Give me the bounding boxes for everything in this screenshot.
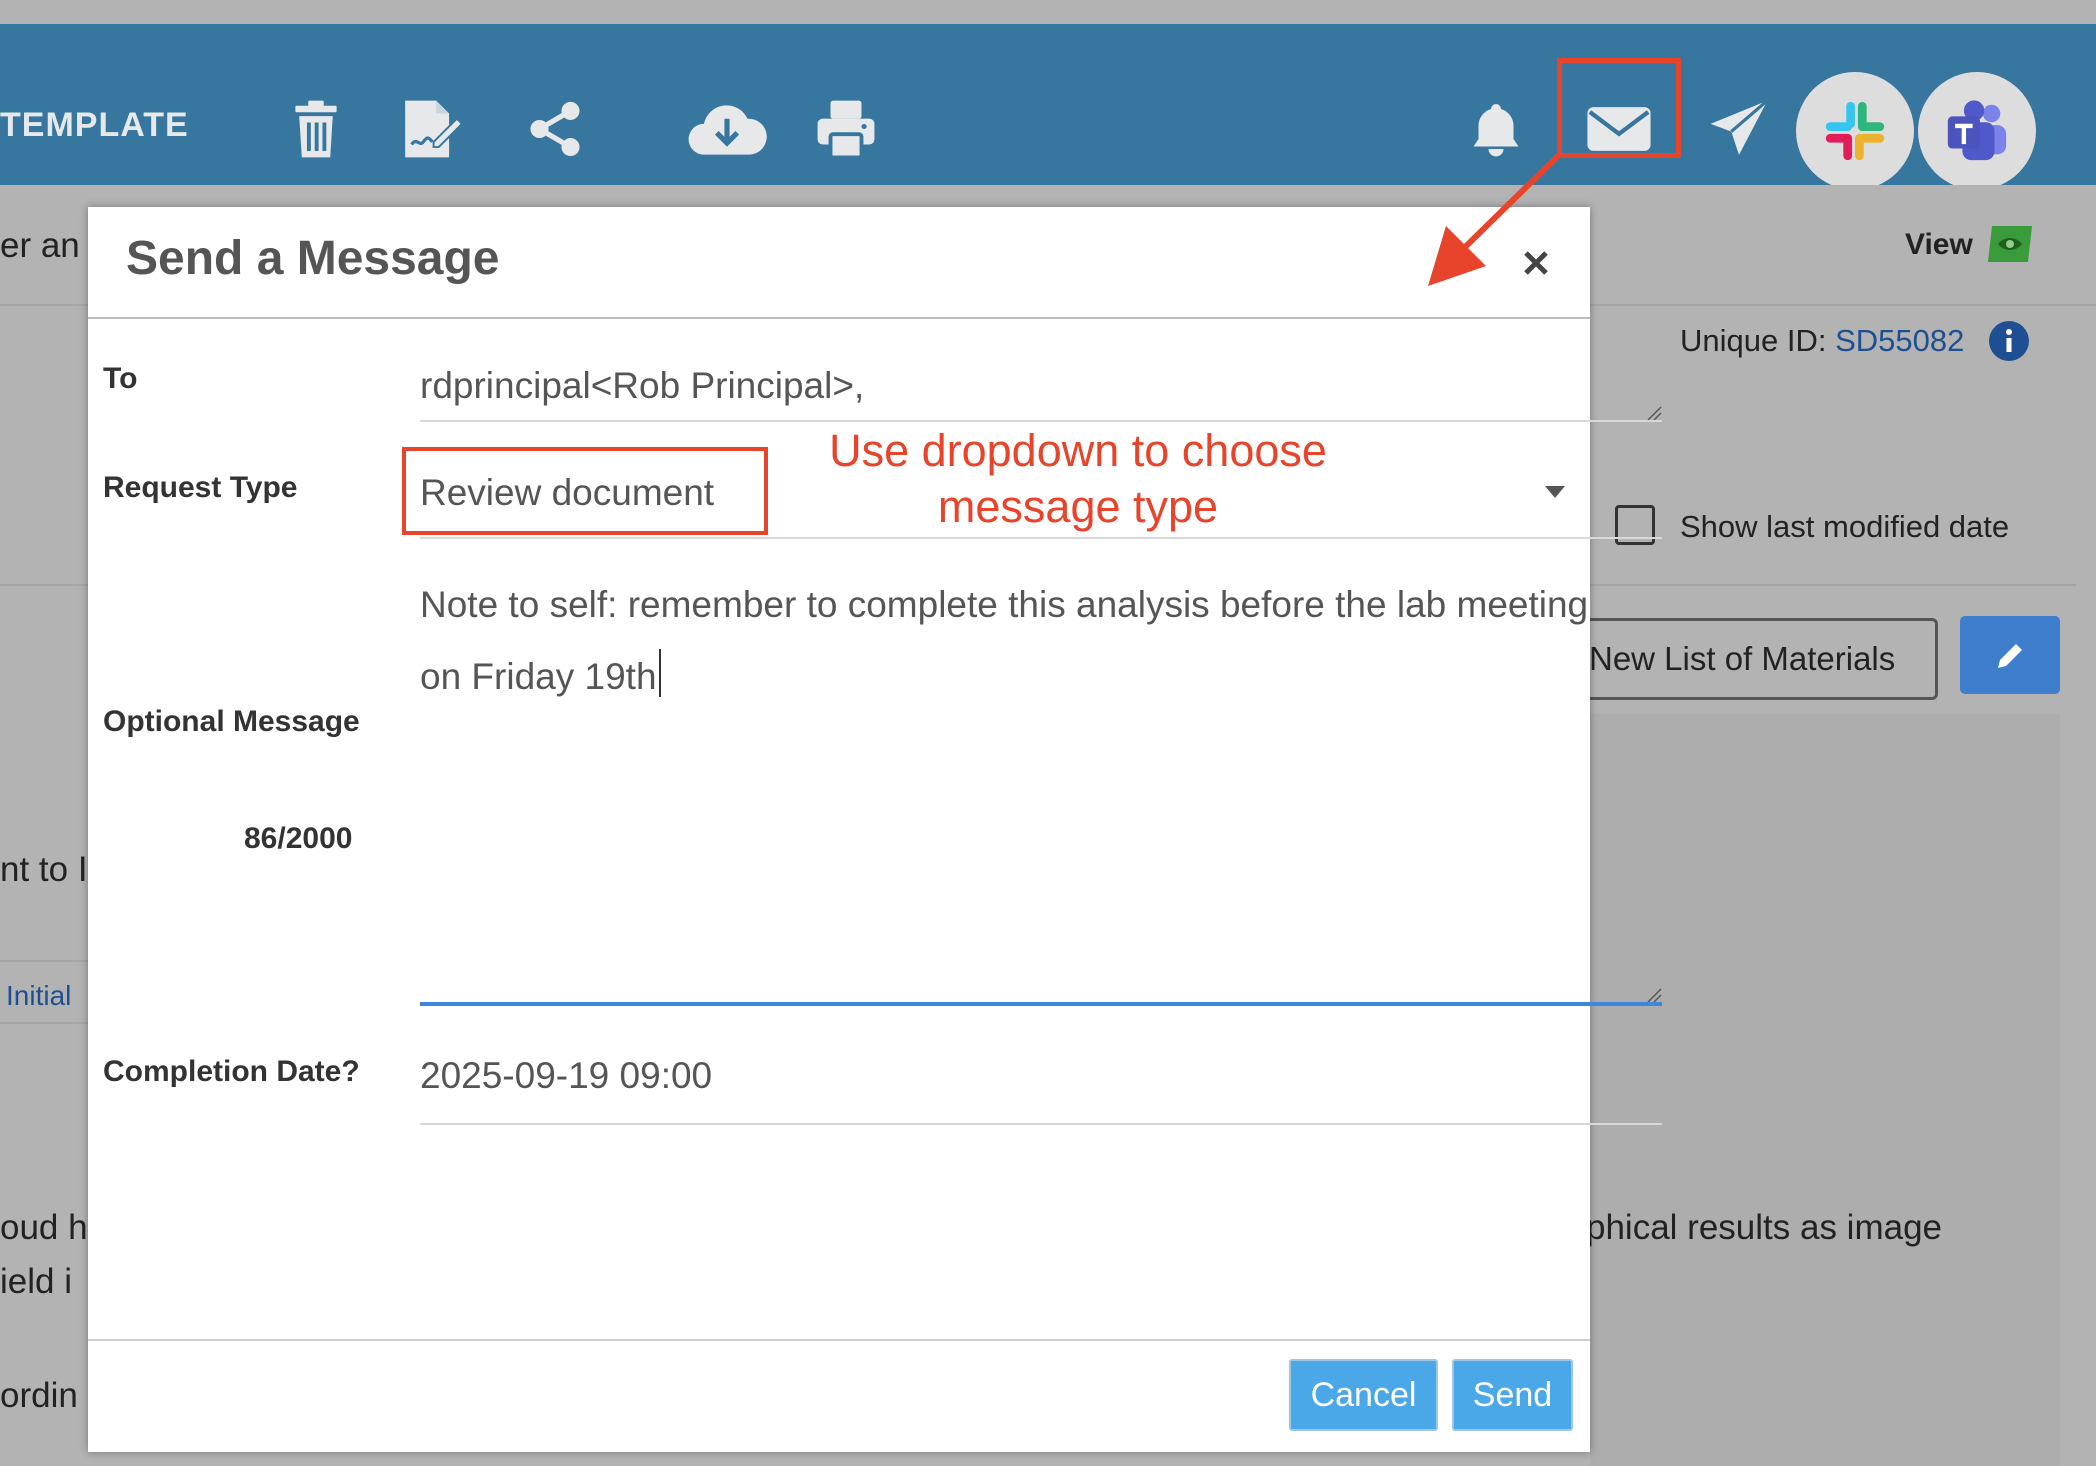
unique-id-value[interactable]: SD55082 [1835,323,1964,358]
sign-icon[interactable] [400,98,464,160]
view-link[interactable]: View [1905,228,1973,262]
optional-message-label: Optional Message [103,705,360,738]
template-title: TEMPLATE [0,106,189,144]
background-text-fragment: oud h [0,1208,88,1247]
trash-icon[interactable] [285,98,347,160]
message-text: Note to self: remember to complete this … [420,584,1589,697]
optional-message-textarea[interactable]: Note to self: remember to complete this … [420,569,1610,713]
show-last-modified-label: Show last modified date [1680,509,2010,544]
to-label: To [103,362,138,395]
resize-handle-icon[interactable] [1646,405,1662,421]
dialog-title: Send a Message [126,232,500,285]
background-text-fragment: er an [0,226,80,265]
new-list-of-materials-label: New List of Materials [1589,640,1896,677]
annotation-arrow-icon [1428,151,1563,286]
send-button[interactable]: Send [1452,1359,1573,1431]
top-toolbar: TEMPLATE [0,24,2096,190]
completion-date-field[interactable]: 2025-09-19 09:00 [420,1055,712,1097]
teams-icon[interactable] [1918,72,2036,190]
cancel-button[interactable]: Cancel [1289,1359,1438,1431]
edit-button[interactable] [1960,616,2060,694]
send-message-dialog: Send a Message To rdprincipal<Rob Princi… [88,207,1662,1452]
annotation-line-2: message type [937,481,1219,532]
background-text-fragment: nt to I [0,850,88,889]
to-field[interactable]: rdprincipal<Rob Principal>, [420,365,864,407]
divider [0,1022,88,1024]
message-character-counter: 86/2000 [244,822,353,855]
chevron-down-icon[interactable] [1544,485,1566,499]
slack-icon[interactable] [1796,72,1914,190]
show-last-modified-checkbox[interactable] [1615,505,1655,545]
request-type-highlight [402,447,768,535]
request-type-label: Request Type [103,471,298,504]
completion-date-label: Completion Date? [103,1055,360,1088]
unique-id: Unique ID: SD55082 [1680,323,1965,358]
divider [0,960,88,962]
share-icon[interactable] [524,98,586,160]
background-text-fragment: ordin [0,1376,78,1415]
background-text-fragment: phical results as image [1586,1208,1942,1247]
dialog-footer-divider [88,1339,1590,1341]
info-icon[interactable] [1988,320,2030,362]
paper-plane-icon[interactable] [1706,98,1772,160]
annotation-line-1: Use dropdown to choose [829,425,1327,476]
completion-date-underline [420,1123,1662,1125]
resize-handle-icon[interactable] [1646,987,1662,1003]
background-text-fragment: ield i [0,1262,72,1301]
message-field-focus-underline [420,1002,1662,1006]
request-type-underline [420,537,1662,539]
text-cursor [658,649,661,697]
cloud-download-icon[interactable] [686,98,768,160]
to-field-underline [420,420,1662,422]
print-icon[interactable] [815,98,877,160]
dialog-header: Send a Message [88,207,1590,319]
initial-tab[interactable]: Initial [6,980,71,1012]
background-panel [1590,714,2060,1466]
view-eye-icon[interactable] [1986,222,2036,266]
annotation-callout: Use dropdown to choose message type [778,423,1378,535]
